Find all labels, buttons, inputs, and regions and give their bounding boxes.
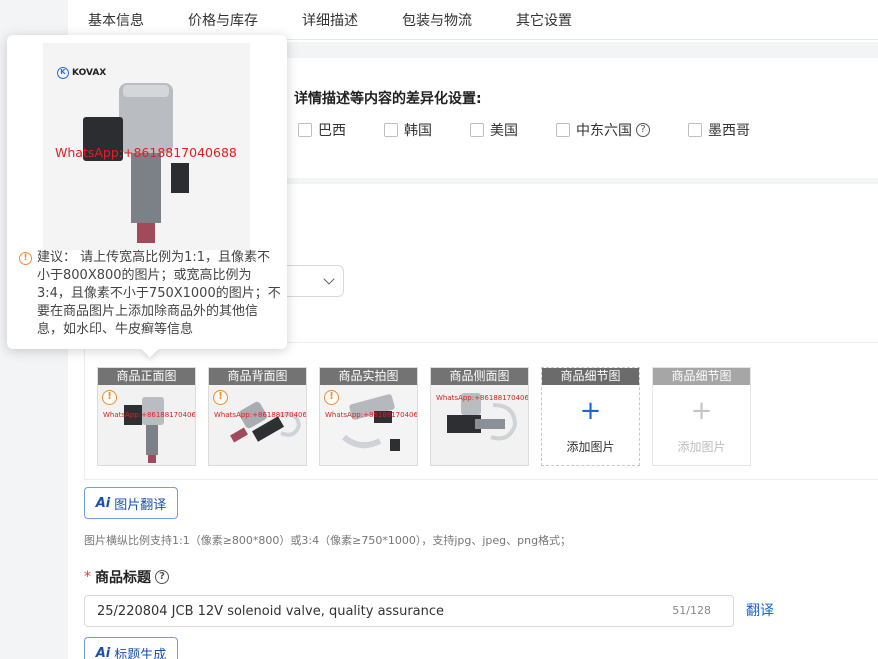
image-slot-label: 商品细节图	[653, 368, 750, 385]
preview-image: K KOVAX WhatsApp:+8618817040688	[43, 43, 250, 250]
image-slot-back[interactable]: 商品背面图 ! WhatsApp:+8618817040688	[208, 367, 307, 466]
brand-name: KOVAX	[72, 68, 107, 78]
image-slot-real-shot[interactable]: 商品实拍图 ! WhatsApp:+8618817040688	[319, 367, 418, 466]
product-title-label: * 商品标题 ?	[84, 567, 169, 587]
market-checkbox-brazil[interactable]: 巴西	[298, 120, 346, 140]
market-checkbox-usa[interactable]: 美国	[470, 120, 518, 140]
checkbox-icon[interactable]	[688, 123, 702, 137]
warning-icon[interactable]: !	[102, 390, 117, 405]
chevron-down-icon	[323, 273, 335, 285]
section-tabs: 基本信息 价格与库存 详细描述 包装与物流 其它设置	[68, 0, 878, 40]
warning-icon: !	[19, 252, 32, 265]
image-slot-side[interactable]: 商品侧面图 WhatsApp:+8618817040688	[430, 367, 529, 466]
image-translate-button[interactable]: Ai 图片翻译	[84, 487, 178, 519]
upload-advice-text: 建议： 请上传宽高比例为1:1，且像素不小于800X800的图片；或宽高比例为3…	[37, 250, 281, 337]
checkbox-icon[interactable]	[556, 123, 570, 137]
market-checkbox-mexico[interactable]: 墨西哥	[688, 120, 750, 140]
market-label: 中东六国	[576, 123, 632, 139]
add-image-label: 添加图片	[677, 440, 726, 454]
add-image-button-disabled: 商品细节图 + 添加图片	[652, 367, 751, 466]
title-generate-button[interactable]: Ai 标题生成	[84, 637, 178, 659]
brand-logo: K KOVAX	[57, 67, 106, 79]
tab-detail-description[interactable]: 详细描述	[302, 10, 358, 30]
checkbox-icon[interactable]	[384, 123, 398, 137]
image-format-hint: 图片横纵比例支持1:1（像素≥800*800）或3:4（像素≥750*1000）…	[84, 534, 572, 547]
image-translate-label: 图片翻译	[114, 497, 167, 513]
checkbox-icon[interactable]	[470, 123, 484, 137]
image-preview-tooltip: K KOVAX WhatsApp:+8618817040688 ! 建议： 请上传…	[7, 35, 287, 358]
ai-icon: Ai	[95, 495, 111, 511]
watermark-text: WhatsApp:+8618817040688	[325, 411, 418, 419]
image-slot-label: 商品背面图	[209, 368, 306, 385]
product-title-input[interactable]: 25/220804 JCB 12V solenoid valve, qualit…	[84, 595, 734, 627]
title-generate-label: 标题生成	[114, 647, 167, 659]
warning-icon[interactable]: !	[213, 390, 228, 405]
image-slot-label: 商品正面图	[98, 368, 195, 385]
image-slot-label: 商品细节图	[542, 368, 639, 385]
product-title-value: 25/220804 JCB 12V solenoid valve, qualit…	[97, 603, 445, 619]
help-icon[interactable]: ?	[155, 570, 169, 584]
help-icon[interactable]: ?	[636, 123, 650, 137]
watermark-text: WhatsApp:+8618817040688	[214, 411, 307, 419]
watermark-text: WhatsApp:+8618817040688	[55, 145, 237, 160]
add-image-label: 添加图片	[566, 440, 615, 454]
image-slot-label: 商品实拍图	[320, 368, 417, 385]
product-title-text: 商品标题	[95, 570, 151, 586]
market-label: 韩国	[404, 123, 432, 139]
plus-icon: +	[690, 396, 713, 426]
tab-packaging-logistics[interactable]: 包装与物流	[402, 10, 472, 30]
market-label: 墨西哥	[708, 123, 750, 139]
watermark-text: WhatsApp:+8618817040688	[436, 394, 529, 402]
market-checkbox-korea[interactable]: 韩国	[384, 120, 432, 140]
translate-link[interactable]: 翻译	[746, 600, 774, 620]
tab-price-stock[interactable]: 价格与库存	[188, 10, 258, 30]
market-label: 美国	[490, 123, 518, 139]
add-image-button[interactable]: 商品细节图 + 添加图片	[541, 367, 640, 466]
brand-logo-icon: K	[57, 67, 69, 79]
market-checkbox-group: 巴西 韩国 美国 中东六国? 墨西哥	[298, 120, 788, 140]
checkbox-icon[interactable]	[298, 123, 312, 137]
differentiation-title: 详情描述等内容的差异化设置:	[294, 91, 482, 107]
tab-basic-info[interactable]: 基本信息	[88, 10, 144, 30]
image-slot-front[interactable]: 商品正面图 ! WhatsApp:+8618817040688	[97, 367, 196, 466]
character-count: 51/128	[672, 604, 711, 617]
image-slot-label: 商品侧面图	[431, 368, 528, 385]
required-mark: *	[84, 569, 91, 585]
tab-other-settings[interactable]: 其它设置	[516, 10, 572, 30]
plus-icon: +	[579, 396, 602, 426]
watermark-text: WhatsApp:+8618817040688	[103, 411, 196, 419]
warning-icon[interactable]: !	[324, 390, 339, 405]
market-checkbox-middle-east[interactable]: 中东六国?	[556, 120, 650, 140]
ai-icon: Ai	[95, 645, 111, 659]
market-label: 巴西	[318, 123, 346, 139]
upload-advice: ! 建议： 请上传宽高比例为1:1，且像素不小于800X800的图片；或宽高比例…	[19, 249, 281, 339]
